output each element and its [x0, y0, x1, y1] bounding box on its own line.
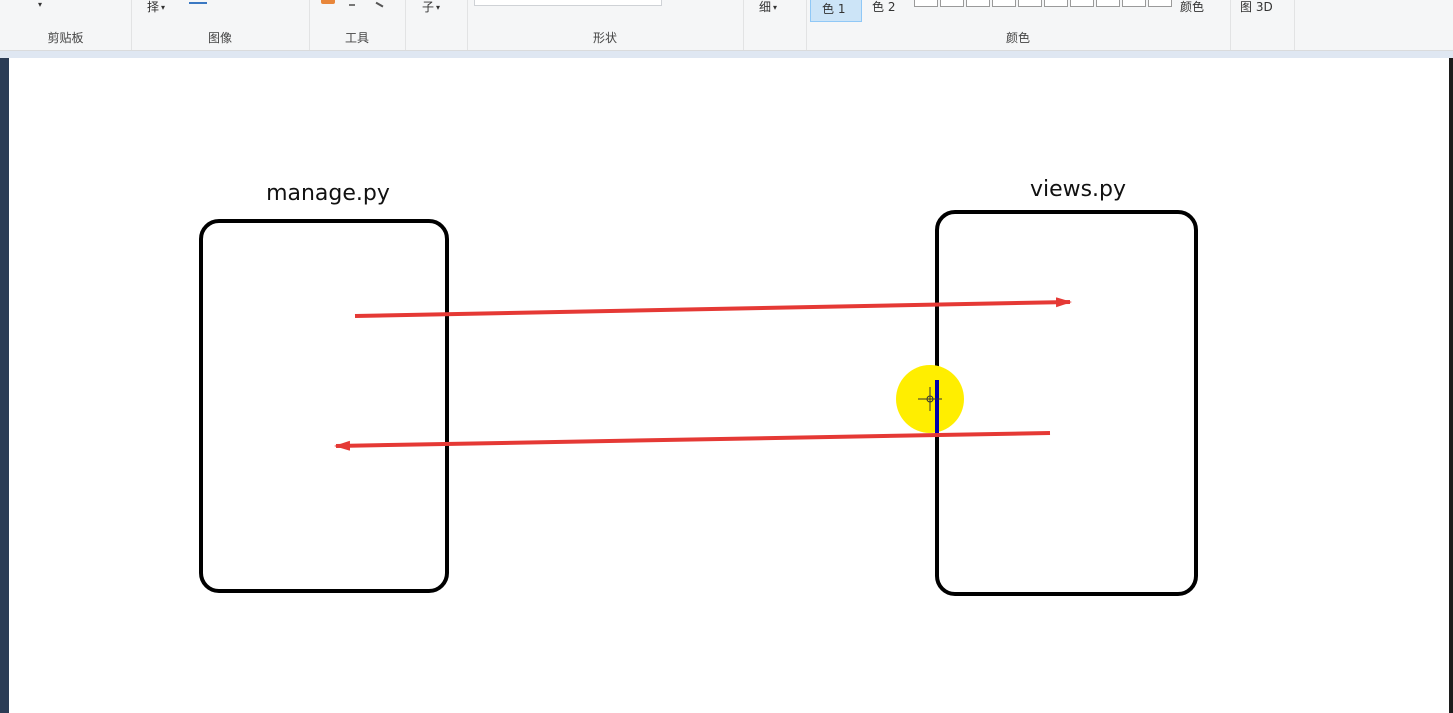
- left-box-label: manage.py: [266, 181, 390, 206]
- right-box-label: views.py: [1030, 177, 1126, 202]
- arrow-to-manage: [334, 431, 1051, 451]
- arrow-to-views: [354, 297, 1072, 318]
- drawing-svg: manage.py views.py: [199, 177, 1198, 596]
- left-box: [199, 219, 449, 593]
- right-box: [935, 210, 1198, 596]
